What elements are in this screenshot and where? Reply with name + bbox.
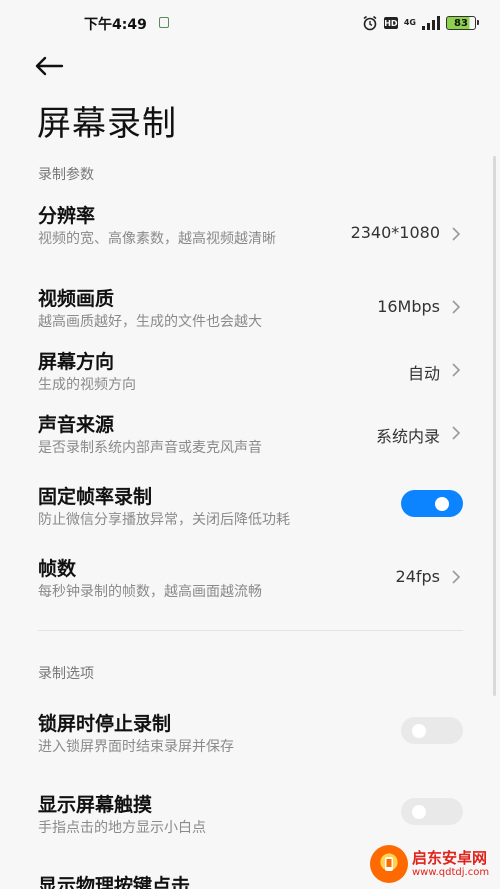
- resolution-row[interactable]: 分辨率 视频的宽、高像素数，越高视频越清晰 2340*1080: [0, 201, 500, 271]
- row-value: 2340*1080: [350, 223, 440, 242]
- watermark-text: 启东安卓网 www.qdtdj.com: [412, 850, 489, 878]
- hd-icon: HD: [383, 17, 398, 29]
- page-title: 屏幕录制: [37, 104, 177, 144]
- toggle-knob: [435, 496, 449, 511]
- arrow-left-icon: [35, 56, 64, 76]
- show-touches-row[interactable]: 显示屏幕触摸 手指点击的地方显示小白点: [0, 790, 500, 840]
- fixed-framerate-row[interactable]: 固定帧率录制 防止微信分享播放异常，关闭后降低功耗: [0, 482, 500, 532]
- notification-icon: [159, 17, 169, 28]
- battery-icon: 83: [446, 16, 479, 30]
- row-title: 显示物理按键点击: [38, 875, 191, 889]
- row-subtitle: 进入锁屏界面时结束录屏并保存: [38, 739, 234, 755]
- chevron-right-icon: [452, 363, 461, 377]
- row-title: 帧数: [38, 558, 77, 580]
- watermark: 启东安卓网 www.qdtdj.com: [370, 843, 496, 885]
- row-subtitle: 视频的宽、高像素数，越高视频越清晰: [38, 231, 276, 247]
- row-value: 自动: [407, 364, 440, 383]
- alarm-icon: [363, 15, 377, 31]
- row-value: 系统内录: [375, 427, 440, 446]
- chevron-right-icon: [452, 570, 461, 584]
- network-type-label: 4G: [403, 18, 416, 27]
- fixed-framerate-toggle[interactable]: [401, 490, 463, 517]
- section-header-options: 录制选项: [38, 666, 94, 682]
- audio-source-row[interactable]: 声音来源 是否录制系统内部声音或麦克风声音 系统内录: [0, 410, 500, 460]
- section-header-params: 录制参数: [38, 167, 94, 183]
- orientation-row[interactable]: 屏幕方向 生成的视频方向 自动: [0, 347, 500, 397]
- signal-icon: [422, 16, 440, 30]
- row-subtitle: 越高画质越好，生成的文件也会越大: [38, 314, 262, 330]
- stop-on-lock-toggle[interactable]: [401, 717, 463, 744]
- row-subtitle: 是否录制系统内部声音或麦克风声音: [38, 440, 262, 456]
- toggle-knob: [412, 804, 426, 819]
- show-touches-toggle[interactable]: [401, 798, 463, 825]
- row-title: 视频画质: [38, 288, 115, 310]
- stop-on-lock-row[interactable]: 锁屏时停止录制 进入锁屏界面时结束录屏并保存: [0, 709, 500, 759]
- chevron-right-icon: [452, 426, 461, 440]
- watermark-url: www.qdtdj.com: [412, 866, 490, 878]
- framerate-row[interactable]: 帧数 每秒钟录制的帧数，越高画面越流畅 24fps: [0, 554, 500, 604]
- status-bar: 下午4:49 HD 4G 83: [0, 0, 500, 46]
- watermark-logo-icon: [370, 845, 408, 883]
- chevron-right-icon: [452, 300, 461, 314]
- row-title: 显示屏幕触摸: [38, 794, 153, 816]
- watermark-name: 启东安卓网: [412, 849, 488, 868]
- quality-row[interactable]: 视频画质 越高画质越好，生成的文件也会越大 16Mbps: [0, 284, 500, 334]
- row-subtitle: 防止微信分享播放异常，关闭后降低功耗: [38, 512, 290, 528]
- chevron-right-icon: [452, 227, 461, 241]
- row-subtitle: 手指点击的地方显示小白点: [38, 820, 206, 836]
- row-title: 固定帧率录制: [38, 486, 153, 508]
- row-value: 16Mbps: [377, 297, 440, 316]
- row-subtitle: 生成的视频方向: [38, 377, 136, 393]
- row-value: 24fps: [395, 567, 440, 586]
- row-title: 声音来源: [38, 414, 115, 436]
- section-divider: [38, 630, 463, 631]
- status-time: 下午4:49: [84, 17, 147, 33]
- row-title: 分辨率: [38, 205, 96, 227]
- scrollbar[interactable]: [493, 156, 496, 696]
- row-title: 屏幕方向: [38, 351, 115, 373]
- toggle-knob: [412, 723, 426, 738]
- back-button[interactable]: [34, 50, 74, 82]
- phone-icon: [385, 857, 393, 871]
- status-icons: HD 4G 83: [362, 14, 479, 32]
- row-title: 锁屏时停止录制: [38, 713, 172, 735]
- row-subtitle: 每秒钟录制的帧数，越高画面越流畅: [38, 584, 262, 600]
